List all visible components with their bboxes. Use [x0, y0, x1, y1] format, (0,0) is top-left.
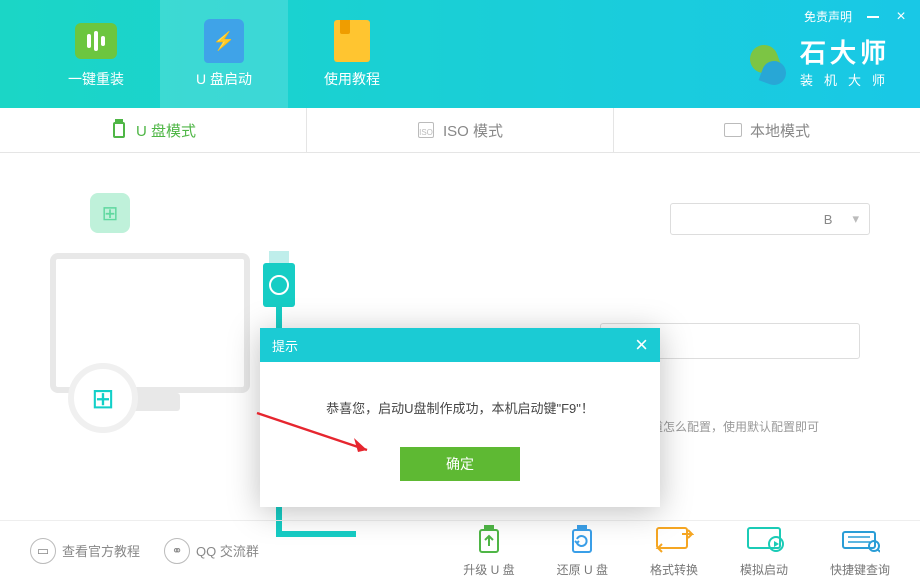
tool-simulate-boot[interactable]: 模拟启动 — [740, 523, 788, 578]
mode-label: U 盘模式 — [136, 120, 196, 141]
windows-circle-icon: ⊞ — [68, 363, 138, 433]
footer-tutorial-link[interactable]: ▭ 查看官方教程 — [30, 538, 140, 564]
main-nav: 一键重装 U 盘启动 使用教程 — [0, 0, 416, 108]
book-icon — [334, 20, 370, 62]
tool-label: 还原 U 盘 — [557, 561, 608, 578]
tab-reinstall[interactable]: 一键重装 — [32, 0, 160, 108]
footer: ▭ 查看官方教程 ⚭ QQ 交流群 升级 U 盘 还原 U 盘 格式转换 模拟启… — [0, 520, 920, 580]
modal-header: 提示 × — [260, 328, 660, 362]
brand: 石大师 装机大师 — [746, 40, 896, 89]
link-label: 查看官方教程 — [62, 541, 140, 560]
monitor-icon — [724, 123, 742, 137]
tool-format-convert[interactable]: 格式转换 — [650, 523, 698, 578]
disclaimer-link[interactable]: 免责声明 — [804, 8, 852, 25]
tab-usb-boot[interactable]: U 盘启动 — [160, 0, 288, 108]
tool-label: 格式转换 — [650, 561, 698, 578]
tool-upgrade-usb[interactable]: 升级 U 盘 — [463, 523, 514, 578]
modal-close-button[interactable]: × — [635, 332, 648, 358]
device-dropdown[interactable]: B ▾ — [670, 203, 870, 235]
tool-label: 快捷键查询 — [830, 561, 890, 578]
iso-icon: ISO — [418, 122, 434, 138]
modal-title: 提示 — [272, 336, 298, 355]
brand-logo-icon — [746, 43, 790, 87]
mode-tab-usb[interactable]: U 盘模式 — [0, 108, 307, 152]
content-area: ⊞ ⊞ B ▾ 开始制作 小贴士：如果不知道怎么配置，使用默认配置即可 提示 ×… — [0, 153, 920, 533]
usb-refresh-icon — [563, 524, 601, 554]
minimize-button[interactable] — [866, 10, 880, 24]
brand-title: 石大师 — [800, 40, 896, 66]
brand-subtitle: 装机大师 — [800, 70, 896, 89]
success-modal: 提示 × 恭喜您，启动U盘制作成功，本机启动键"F9"！ 确定 — [260, 328, 660, 507]
mode-label: ISO 模式 — [443, 120, 503, 141]
dropdown-value: B — [824, 212, 833, 227]
usb-up-icon — [470, 524, 508, 554]
footer-qq-link[interactable]: ⚭ QQ 交流群 — [164, 538, 259, 564]
mode-tab-local[interactable]: 本地模式 — [614, 108, 920, 152]
mode-label: 本地模式 — [750, 120, 810, 141]
tool-hotkey-lookup[interactable]: 快捷键查询 — [830, 523, 890, 578]
tab-label: 使用教程 — [324, 69, 380, 89]
usb-shield-icon — [204, 19, 244, 63]
tab-label: U 盘启动 — [196, 69, 252, 89]
titlebar-controls: 免责声明 × — [804, 8, 908, 25]
app-header: 免责声明 × 一键重装 U 盘启动 使用教程 石大师 装机大师 — [0, 0, 920, 108]
link-label: QQ 交流群 — [196, 541, 259, 560]
mode-tab-iso[interactable]: ISO ISO 模式 — [307, 108, 614, 152]
keyboard-search-icon — [840, 524, 880, 554]
usb-icon — [113, 122, 125, 138]
convert-icon — [654, 524, 694, 554]
tool-label: 模拟启动 — [740, 561, 788, 578]
tool-restore-usb[interactable]: 还原 U 盘 — [557, 523, 608, 578]
tab-tutorial[interactable]: 使用教程 — [288, 0, 416, 108]
modal-ok-button[interactable]: 确定 — [400, 447, 520, 481]
windows-badge-icon: ⊞ — [90, 193, 130, 233]
chevron-down-icon: ▾ — [852, 211, 859, 227]
people-icon: ⚭ — [164, 538, 190, 564]
close-button[interactable]: × — [894, 10, 908, 24]
modal-message: 恭喜您，启动U盘制作成功，本机启动键"F9"！ — [288, 398, 632, 417]
tab-label: 一键重装 — [68, 69, 124, 89]
screen-play-icon — [744, 524, 784, 554]
bars-icon — [75, 23, 117, 59]
book-icon: ▭ — [30, 538, 56, 564]
mode-tabs: U 盘模式 ISO ISO 模式 本地模式 — [0, 108, 920, 153]
tool-label: 升级 U 盘 — [463, 561, 514, 578]
